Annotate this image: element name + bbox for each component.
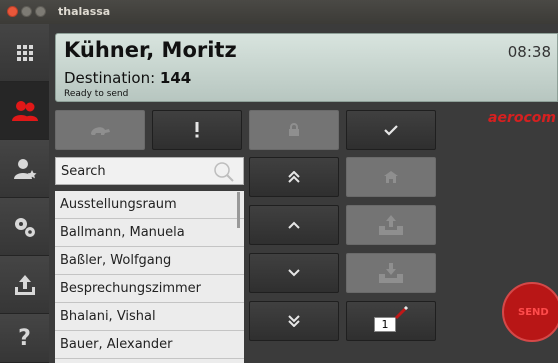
scroll-down-button[interactable]: [249, 253, 339, 293]
home-icon: [384, 171, 398, 183]
list-item[interactable]: Ballmann, Manuela: [55, 219, 244, 247]
upload-icon: [14, 274, 35, 295]
search-icon[interactable]: [213, 161, 235, 183]
user-star-icon: [13, 158, 36, 179]
settings-icon: [14, 217, 35, 237]
list-item[interactable]: Bhalani, Vishal: [55, 303, 244, 331]
chevron-down-icon: [288, 269, 300, 277]
chevron-up-icon: [288, 221, 300, 229]
tray-download-icon: [379, 263, 403, 283]
window-title: thalassa: [58, 5, 111, 18]
brand-logo: aerocom: [488, 110, 556, 126]
upload-tray-button[interactable]: [346, 205, 436, 245]
page-bottom-button[interactable]: [249, 301, 339, 341]
window-titlebar: thalassa: [0, 0, 558, 24]
turtle-icon: [91, 127, 110, 135]
destination-line: Destination: 144: [64, 69, 191, 87]
double-chevron-up-icon: [288, 171, 300, 183]
sidebar-item-favorites[interactable]: [0, 140, 49, 198]
page-top-button[interactable]: [249, 157, 339, 197]
status-text: Ready to send: [64, 89, 129, 99]
list-item[interactable]: Besprechungszimmer: [55, 275, 244, 303]
sidebar-item-grid[interactable]: [0, 24, 49, 82]
sidebar-item-contacts[interactable]: [0, 82, 49, 140]
lock-icon: [289, 123, 299, 136]
sidebar-item-upload[interactable]: [0, 256, 49, 314]
destination-value: 144: [159, 69, 192, 87]
help-icon: ?: [18, 325, 31, 351]
pen-icon: [394, 306, 408, 320]
list-item[interactable]: Baßler, Wolfgang: [55, 247, 244, 275]
sidebar-item-settings[interactable]: [0, 198, 49, 256]
attach-button[interactable]: [55, 110, 145, 150]
double-chevron-down-icon: [288, 315, 300, 327]
scroll-up-button[interactable]: [249, 205, 339, 245]
maximize-window-icon[interactable]: [35, 6, 46, 17]
confirm-button[interactable]: [346, 110, 436, 150]
close-window-icon[interactable]: [7, 6, 18, 17]
exclamation-icon: [195, 122, 199, 138]
send-button[interactable]: SEND: [502, 282, 558, 342]
sidebar: ?: [0, 24, 49, 363]
checkmark-icon: [384, 125, 398, 136]
sidebar-item-help[interactable]: ?: [0, 314, 49, 363]
home-button[interactable]: [346, 157, 436, 197]
send-label: SEND: [518, 306, 549, 318]
list-item[interactable]: Bauer, Alexander: [55, 331, 244, 359]
minimize-window-icon[interactable]: [21, 6, 32, 17]
contacts-icon: [11, 100, 38, 121]
search-field[interactable]: Search: [55, 157, 244, 185]
list-scrollbar[interactable]: [237, 192, 240, 228]
tray-upload-icon: [379, 215, 403, 235]
contact-header: Kühner, Moritz 08:38 Destination: 144 Re…: [55, 33, 558, 102]
clock-time: 08:38: [507, 43, 551, 61]
contact-list[interactable]: Ausstellungsraum Ballmann, Manuela Baßle…: [55, 191, 244, 363]
search-input[interactable]: Search: [61, 164, 106, 179]
lock-button[interactable]: [249, 110, 339, 150]
destination-label: Destination:: [64, 69, 156, 87]
priority-button[interactable]: [152, 110, 242, 150]
list-item[interactable]: Ausstellungsraum: [55, 191, 244, 219]
contact-name: Kühner, Moritz: [64, 38, 237, 62]
grid-icon: [16, 44, 33, 61]
download-tray-button[interactable]: [346, 253, 436, 293]
message-counter: 1: [374, 317, 396, 332]
